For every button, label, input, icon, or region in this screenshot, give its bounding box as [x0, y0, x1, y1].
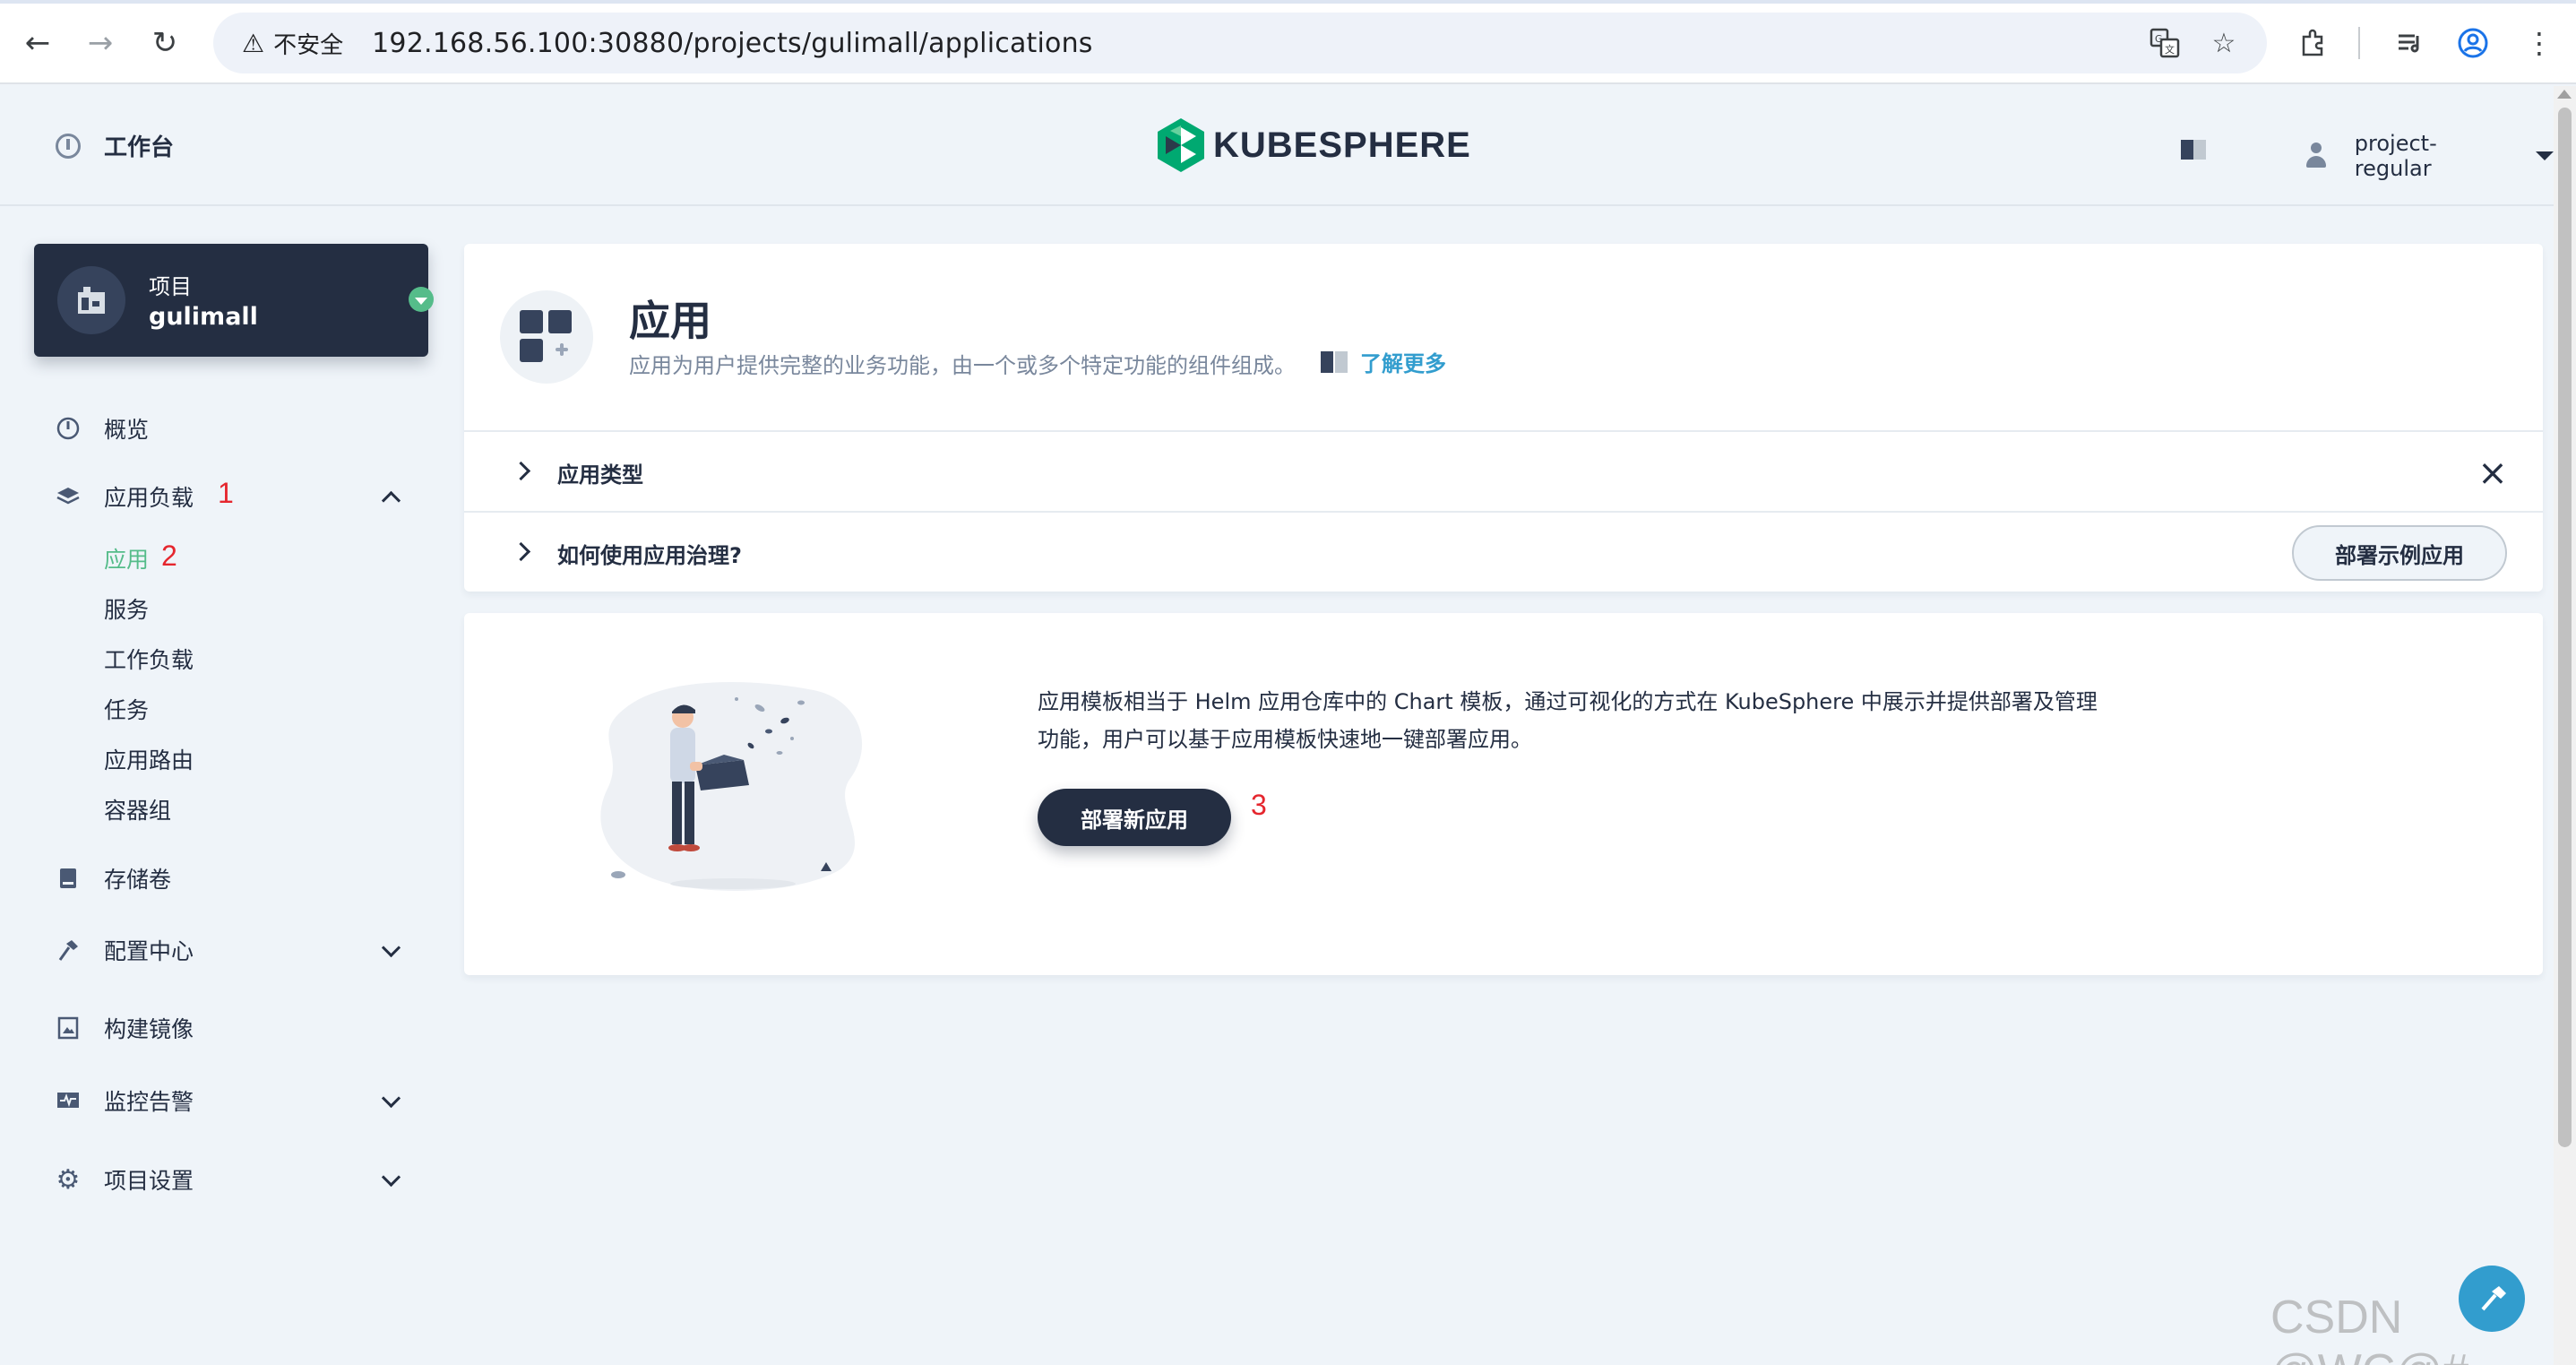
tip-app-governance[interactable]: 如何使用应用治理? 部署示例应用: [464, 511, 2543, 592]
toolbar-separator: [2358, 27, 2360, 59]
sidebar-item-project-settings[interactable]: ⚙ 项目设置: [56, 1162, 194, 1197]
tip-label: 应用类型: [557, 462, 643, 488]
annotation-3: 3: [1251, 789, 1267, 821]
chevron-down-icon[interactable]: [380, 1169, 401, 1190]
sidebar-item-app-workloads[interactable]: 应用负载: [56, 479, 194, 514]
chevron-up-icon[interactable]: [380, 486, 401, 507]
hard-disk-icon: [56, 866, 81, 891]
sidebar-item-label: 项目设置: [104, 1168, 194, 1194]
banner-panel: 应用 应用为用户提供完整的业务功能，由一个或多个特定功能的组件组成。 了解更多 …: [464, 244, 2543, 592]
empty-state-description: 应用模板相当于 Helm 应用仓库中的 Chart 模板，通过可视化的方式在 K…: [1038, 689, 2098, 752]
user-icon: [2305, 143, 2328, 169]
gear-icon: ⚙: [56, 1163, 81, 1196]
annotation-1: 1: [218, 477, 234, 509]
sidebar-item-label: 配置中心: [104, 938, 194, 964]
project-icon: [57, 266, 125, 334]
chevron-right-icon: [514, 543, 532, 561]
project-label: 项目: [149, 274, 192, 299]
browser-menu-icon[interactable]: ⋮: [2516, 20, 2563, 66]
sidebar-subitem-pods[interactable]: 容器组: [104, 795, 171, 827]
sidebar-item-label: 存储卷: [104, 867, 172, 893]
dashboard-icon: [56, 416, 81, 441]
url-text[interactable]: 192.168.56.100:30880/projects/gulimall/a…: [372, 28, 1093, 59]
deploy-new-app-button[interactable]: 部署新应用: [1038, 789, 1231, 846]
logo-text: KUBESPHERE: [1213, 125, 1471, 165]
media-control-icon[interactable]: [2387, 20, 2434, 66]
svg-text:G: G: [2155, 33, 2163, 45]
sidebar-item-label: 构建镜像: [104, 1016, 194, 1042]
chevron-right-icon: [514, 462, 532, 480]
book-icon: [1321, 350, 1349, 373]
sidebar-item-label: 概览: [104, 417, 150, 443]
tip-label: 如何使用应用治理?: [557, 543, 742, 568]
forward-icon[interactable]: →: [77, 20, 124, 66]
deploy-sample-app-button[interactable]: 部署示例应用: [2292, 525, 2507, 581]
caret-down-icon: [2536, 151, 2554, 160]
back-icon[interactable]: ←: [14, 20, 61, 66]
sidebar-item-volumes[interactable]: 存储卷: [56, 860, 171, 896]
chevron-down-icon[interactable]: [380, 1090, 401, 1111]
project-selector[interactable]: 项目 gulimall: [34, 244, 434, 357]
hammer-icon: [56, 937, 81, 963]
image-icon: [56, 1015, 81, 1041]
workbench-label: 工作台: [104, 134, 175, 161]
sidebar-subitem-services[interactable]: 服务: [104, 594, 149, 626]
user-menu[interactable]: project-regular: [2305, 131, 2554, 181]
translate-icon[interactable]: G文: [2143, 22, 2186, 65]
profile-icon[interactable]: [2450, 20, 2496, 66]
page-title: 应用: [629, 297, 711, 345]
applications-icon: [500, 290, 593, 384]
sidebar-item-image-builder[interactable]: 构建镜像: [56, 1010, 194, 1046]
monitor-icon: [56, 1088, 81, 1113]
annotation-2: 2: [161, 540, 177, 572]
bookmark-star-icon[interactable]: ☆: [2202, 22, 2245, 65]
learn-more-link[interactable]: 了解更多: [1321, 346, 1446, 377]
warning-icon: ⚠: [242, 28, 265, 58]
address-bar[interactable]: ⚠ 不安全 192.168.56.100:30880/projects/guli…: [213, 13, 2267, 73]
sidebar-subitem-workloads[interactable]: 工作负载: [104, 644, 194, 677]
workbench-link[interactable]: 工作台: [56, 129, 174, 162]
extensions-icon[interactable]: [2290, 20, 2337, 66]
reload-icon[interactable]: ↻: [142, 20, 188, 66]
sidebar-item-label: 应用负载: [104, 485, 194, 511]
theme-toggle-icon[interactable]: [2181, 140, 2206, 160]
svg-text:文: 文: [2165, 43, 2175, 56]
empty-box-illustration: [600, 682, 863, 891]
tip-app-types[interactable]: 应用类型 ×: [464, 430, 2543, 511]
tab-strip-edge: [0, 0, 2576, 4]
close-icon[interactable]: ×: [2475, 455, 2511, 491]
security-label: 不安全: [273, 31, 344, 59]
project-status-dropdown-icon[interactable]: [409, 287, 434, 312]
user-name: project-regular: [2354, 131, 2437, 181]
browser-toolbar: ← → ↻ ⚠ 不安全 192.168.56.100:30880/project…: [0, 0, 2576, 84]
sidebar-subitem-jobs[interactable]: 任务: [104, 695, 149, 727]
project-name: gulimall: [149, 303, 258, 331]
learn-more-label: 了解更多: [1360, 351, 1446, 376]
sidebar-item-label: 监控告警: [104, 1089, 194, 1115]
empty-state-panel: 应用模板相当于 Helm 应用仓库中的 Chart 模板，通过可视化的方式在 K…: [464, 613, 2543, 975]
page-header: 工作台 KUBESPHERE project-regular: [0, 84, 2554, 206]
sidebar-item-config-center[interactable]: 配置中心: [56, 932, 194, 968]
chevron-down-icon[interactable]: [380, 939, 401, 961]
sidebar-item-overview[interactable]: 概览: [56, 410, 149, 446]
sidebar-subitem-applications[interactable]: 应用: [104, 544, 149, 576]
sidebar-subitem-ingress[interactable]: 应用路由: [104, 745, 194, 777]
sidebar-item-monitoring[interactable]: 监控告警: [56, 1083, 194, 1119]
security-indicator[interactable]: ⚠ 不安全: [229, 22, 358, 64]
kubesphere-logo[interactable]: KUBESPHERE: [1158, 118, 1471, 172]
page-description: 应用为用户提供完整的业务功能，由一个或多个特定功能的组件组成。: [629, 353, 1296, 378]
watermark-text: CSDN @WC@#: [2270, 1292, 2468, 1365]
dashboard-icon: [56, 133, 81, 159]
page-scrollbar-thumb[interactable]: [2558, 108, 2572, 1147]
kubesphere-logo-icon: [1158, 118, 1204, 172]
scroll-up-arrow-icon[interactable]: [2557, 90, 2572, 99]
layers-icon: [56, 484, 81, 509]
